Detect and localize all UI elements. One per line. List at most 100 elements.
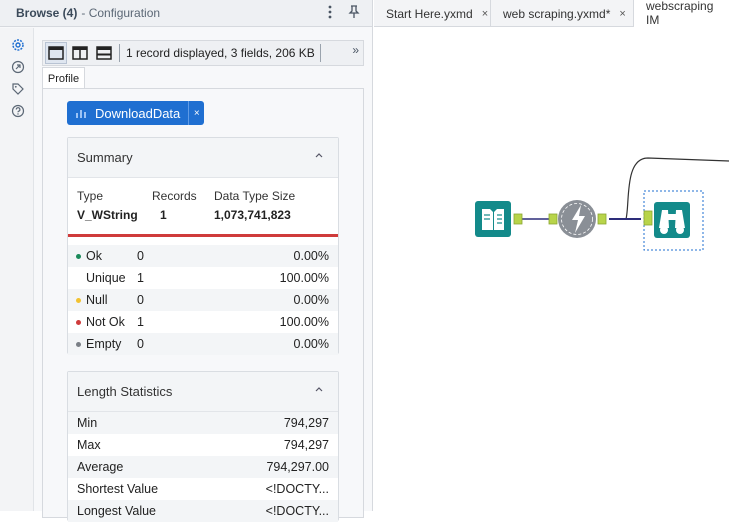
length-row: Min 794,297: [68, 412, 338, 434]
length-row: Shortest Value <!DOCTY...: [68, 478, 338, 500]
kebab-menu-icon[interactable]: [322, 5, 338, 21]
length-value: <!DOCTY...: [265, 504, 329, 518]
help-icon[interactable]: [11, 104, 25, 118]
records-value: 1: [160, 208, 167, 222]
close-icon[interactable]: ×: [619, 8, 625, 20]
tab-web-scraping[interactable]: web scraping.yxmd* ×: [491, 0, 634, 27]
stat-label: Ok: [86, 249, 102, 263]
pin-icon[interactable]: [346, 5, 362, 21]
stat-label: Null: [86, 293, 108, 307]
summary-title: Summary: [77, 150, 133, 165]
length-value: <!DOCTY...: [265, 482, 329, 496]
field-chip-main[interactable]: DownloadData: [67, 101, 188, 125]
browse-tool-icon[interactable]: [654, 202, 690, 238]
length-row: Max 794,297: [68, 434, 338, 456]
tab-label: webscraping IM: [646, 0, 714, 27]
stat-label: Empty: [86, 337, 122, 351]
chevron-up-icon[interactable]: [315, 150, 323, 161]
close-icon[interactable]: ×: [188, 101, 204, 125]
stat-row: Not Ok 1 100.00%: [68, 311, 338, 333]
tab-label: web scraping.yxmd*: [503, 6, 611, 21]
stat-count: 0: [137, 293, 144, 307]
pane-title: Browse (4): [16, 6, 78, 20]
type-label: Type: [77, 189, 104, 203]
summary-grid: Type V_WString Records 1 Data Type Size …: [68, 178, 338, 234]
stat-percent: 0.00%: [293, 337, 329, 351]
summary-card: Summary Type V_WString Records 1 Data Ty…: [67, 137, 339, 355]
input-anchor[interactable]: [643, 210, 653, 226]
bar-chart-icon: [76, 110, 86, 118]
stat-percent: 0.00%: [293, 293, 329, 307]
length-value: 794,297.00: [266, 460, 329, 474]
stat-percent: 100.00%: [279, 315, 329, 329]
output-anchor[interactable]: [513, 213, 523, 225]
stat-row: Ok 0 0.00%: [68, 245, 338, 267]
length-statistics-title: Length Statistics: [77, 384, 173, 399]
length-value: 794,297: [283, 416, 329, 430]
stat-count: 1: [137, 315, 144, 329]
length-label: Shortest Value: [77, 482, 159, 496]
status-dot-icon: [76, 254, 81, 259]
size-label: Data Type Size: [214, 189, 296, 203]
toolbar-separator: [319, 44, 321, 62]
summary-header[interactable]: Summary: [68, 138, 338, 178]
split-horizontal-button[interactable]: [93, 42, 115, 64]
records-label: Records: [152, 189, 197, 203]
output-anchor[interactable]: [597, 213, 607, 225]
workflow-canvas[interactable]: [374, 28, 729, 511]
view-toolbar: 1 record displayed, 3 fields, 206 KB »: [42, 40, 364, 66]
tag-icon[interactable]: [11, 82, 25, 96]
input-data-icon[interactable]: [475, 201, 511, 237]
stats-list: Ok 0 0.00% Unique 1 100.00% Null 0 0.00% Not Ok 1 1…: [68, 245, 338, 355]
length-label: Max: [77, 438, 101, 452]
field-chip[interactable]: DownloadData ×: [67, 101, 205, 125]
configuration-pane: Browse (4) - Configuration 1 record disp…: [0, 0, 373, 522]
browse-body: 1 record displayed, 3 fields, 206 KB » P…: [34, 28, 372, 522]
input-anchor[interactable]: [548, 213, 558, 225]
split-vertical-button[interactable]: [69, 42, 91, 64]
chevron-up-icon[interactable]: [315, 384, 323, 395]
profile-area: DownloadData × Summary Type V_WString Re…: [42, 88, 364, 522]
stat-label: Unique: [86, 271, 126, 285]
length-list: Min 794,297 Max 794,297 Average 794,297.00 Sho…: [68, 412, 338, 522]
gear-icon[interactable]: [11, 38, 25, 52]
stat-label: Not Ok: [86, 315, 125, 329]
status-dot-icon: [76, 298, 81, 303]
records-summary: 1 record displayed, 3 fields, 206 KB: [126, 46, 315, 60]
side-rail: [0, 28, 34, 511]
document-tabs: Start Here.yxmd × web scraping.yxmd* × w…: [374, 0, 729, 27]
length-label: Average: [77, 460, 124, 474]
toolbar-separator: [119, 44, 120, 62]
stat-row: Unique 1 100.00%: [68, 267, 338, 289]
tab-webscraping-im[interactable]: webscraping IM: [634, 0, 729, 27]
size-value: 1,073,741,823: [214, 208, 291, 222]
length-row: Longest Value <!DOCTY...: [68, 500, 338, 522]
tab-label: Start Here.yxmd: [386, 6, 473, 21]
length-statistics-header[interactable]: Length Statistics: [68, 372, 338, 412]
status-dot-icon: [76, 342, 81, 347]
single-view-button[interactable]: [45, 42, 67, 64]
stat-count: 0: [137, 337, 144, 351]
tool-icon[interactable]: [11, 60, 25, 74]
stat-count: 0: [137, 249, 144, 263]
length-value: 794,297: [283, 438, 329, 452]
stat-percent: 0.00%: [293, 249, 329, 263]
tab-profile[interactable]: Profile: [42, 67, 85, 89]
status-dot-icon: [76, 320, 81, 325]
pane-header: Browse (4) - Configuration: [0, 0, 372, 27]
length-row: Average 794,297.00: [68, 456, 338, 478]
length-label: Min: [77, 416, 98, 430]
length-statistics-card: Length Statistics Min 794,297 Max 794,297 Av…: [67, 371, 339, 522]
overflow-chevron-icon[interactable]: »: [352, 43, 359, 57]
stat-row: Empty 0 0.00%: [68, 333, 338, 355]
stat-count: 1: [137, 271, 144, 285]
pane-subtitle: - Configuration: [81, 6, 161, 20]
stat-row: Null 0 0.00%: [68, 289, 338, 311]
close-icon[interactable]: ×: [482, 8, 488, 20]
type-value: V_WString: [77, 208, 138, 222]
tab-start-here[interactable]: Start Here.yxmd ×: [374, 0, 491, 27]
field-name: DownloadData: [95, 105, 181, 121]
workflow-diagram: [475, 157, 729, 251]
download-tool-icon[interactable]: [558, 200, 596, 238]
stat-percent: 100.00%: [279, 271, 329, 285]
